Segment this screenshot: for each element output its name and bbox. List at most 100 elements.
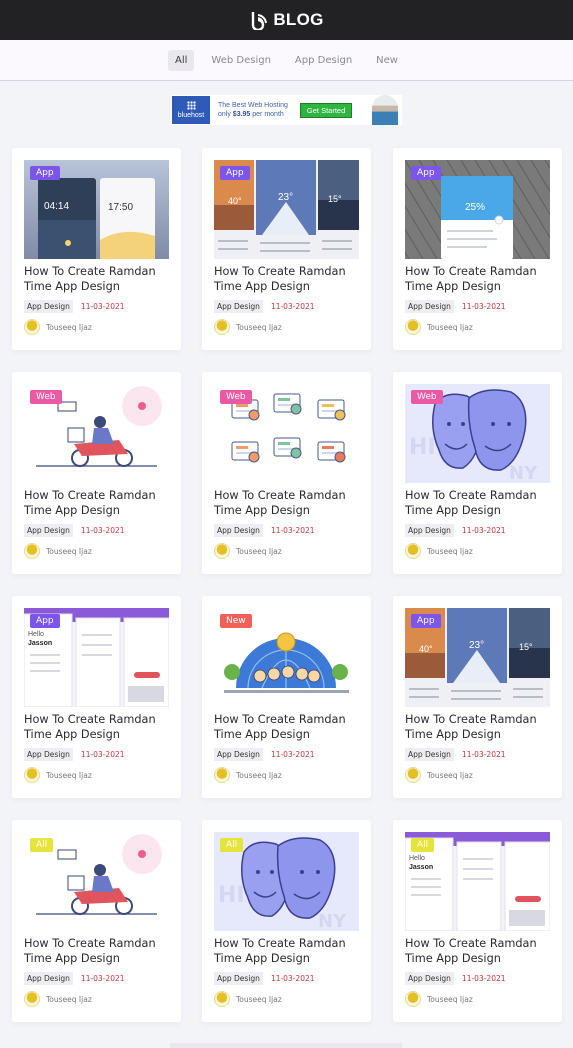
post-author[interactable]: Touseeq Ijaz bbox=[24, 991, 92, 1007]
author-name: Touseeq Ijaz bbox=[46, 770, 92, 780]
post-author[interactable]: Touseeq Ijaz bbox=[214, 543, 282, 559]
post-card[interactable]: All Hello Jasson How To Create Ramdan Ti… bbox=[393, 820, 562, 1022]
post-card[interactable]: App 25% How To Create Ramdan Time App De… bbox=[393, 148, 562, 350]
post-badge[interactable]: Web bbox=[30, 390, 62, 404]
avatar bbox=[214, 767, 230, 783]
post-category[interactable]: App Design bbox=[214, 972, 263, 985]
tab-app-design[interactable]: App Design bbox=[288, 50, 359, 71]
post-card[interactable]: Web How To Create Ramdan Time App Design… bbox=[12, 372, 181, 574]
post-meta: App Design 11-03-2021 bbox=[24, 524, 125, 537]
post-badge[interactable]: App bbox=[220, 166, 250, 180]
post-author[interactable]: Touseeq Ijaz bbox=[405, 319, 473, 335]
svg-text:Jasson: Jasson bbox=[409, 864, 433, 871]
post-author[interactable]: Touseeq Ijaz bbox=[214, 319, 282, 335]
post-category[interactable]: App Design bbox=[214, 748, 263, 761]
post-badge[interactable]: App bbox=[411, 614, 441, 628]
brand-logo[interactable]: BLOG bbox=[249, 10, 323, 30]
post-author[interactable]: Touseeq Ijaz bbox=[24, 543, 92, 559]
avatar bbox=[214, 319, 230, 335]
post-badge[interactable]: Web bbox=[411, 390, 443, 404]
post-thumbnail[interactable]: Web & HI NY bbox=[405, 384, 550, 483]
post-author[interactable]: Touseeq Ijaz bbox=[214, 991, 282, 1007]
svg-text:23°: 23° bbox=[469, 640, 484, 651]
post-title[interactable]: How To Create Ramdan Time App Design bbox=[24, 937, 174, 966]
post-badge[interactable]: Web bbox=[220, 390, 252, 404]
post-badge[interactable]: All bbox=[220, 838, 244, 852]
post-badge[interactable]: App bbox=[411, 166, 441, 180]
post-thumbnail[interactable]: All & HI NY bbox=[214, 832, 359, 931]
author-name: Touseeq Ijaz bbox=[427, 546, 473, 556]
post-title[interactable]: How To Create Ramdan Time App Design bbox=[24, 713, 174, 742]
svg-text:NY: NY bbox=[509, 463, 538, 483]
post-category[interactable]: App Design bbox=[24, 748, 73, 761]
avatar bbox=[214, 991, 230, 1007]
post-category[interactable]: App Design bbox=[405, 300, 454, 313]
post-author[interactable]: Touseeq Ijaz bbox=[24, 319, 92, 335]
post-date: 11-03-2021 bbox=[80, 974, 125, 983]
post-badge[interactable]: All bbox=[411, 838, 435, 852]
post-thumbnail[interactable]: Web bbox=[214, 384, 359, 483]
post-badge[interactable]: All bbox=[30, 838, 54, 852]
post-card[interactable]: Web How To Create Ramdan Time App Design… bbox=[202, 372, 371, 574]
post-badge[interactable]: New bbox=[220, 614, 252, 628]
post-author[interactable]: Touseeq Ijaz bbox=[24, 767, 92, 783]
tab-all[interactable]: All bbox=[168, 49, 195, 71]
post-date: 11-03-2021 bbox=[461, 750, 506, 759]
avatar bbox=[24, 543, 40, 559]
post-thumbnail[interactable]: App Hello Jasson bbox=[24, 608, 169, 707]
post-category[interactable]: App Design bbox=[405, 972, 454, 985]
next-ad-peek bbox=[170, 1043, 402, 1048]
post-author[interactable]: Touseeq Ijaz bbox=[405, 991, 473, 1007]
post-badge[interactable]: App bbox=[30, 614, 60, 628]
post-card[interactable]: App 04:14 17:50 How To Create Ramdan Tim… bbox=[12, 148, 181, 350]
post-author[interactable]: Touseeq Ijaz bbox=[405, 767, 473, 783]
post-author[interactable]: Touseeq Ijaz bbox=[405, 543, 473, 559]
post-thumbnail[interactable]: New bbox=[214, 608, 359, 707]
post-badge[interactable]: App bbox=[30, 166, 60, 180]
post-card[interactable]: Web & HI NY How To Create Ramdan Time Ap… bbox=[393, 372, 562, 574]
post-title[interactable]: How To Create Ramdan Time App Design bbox=[405, 937, 555, 966]
svg-text:40°: 40° bbox=[419, 644, 433, 654]
post-title[interactable]: How To Create Ramdan Time App Design bbox=[405, 489, 555, 518]
post-title[interactable]: How To Create Ramdan Time App Design bbox=[214, 937, 364, 966]
ad-banner[interactable]: bluehost The Best Web Hosting only $3.95… bbox=[171, 95, 402, 125]
post-thumbnail[interactable]: All Hello Jasson bbox=[405, 832, 550, 931]
post-thumbnail[interactable]: Web bbox=[24, 384, 169, 483]
post-category[interactable]: App Design bbox=[214, 524, 263, 537]
tab-web-design[interactable]: Web Design bbox=[204, 50, 278, 71]
post-author[interactable]: Touseeq Ijaz bbox=[214, 767, 282, 783]
post-title[interactable]: How To Create Ramdan Time App Design bbox=[214, 489, 364, 518]
author-name: Touseeq Ijaz bbox=[46, 546, 92, 556]
post-card[interactable]: App 40° 23° 15° How To Create Ramdan Tim… bbox=[393, 596, 562, 798]
post-category[interactable]: App Design bbox=[24, 972, 73, 985]
post-meta: App Design 11-03-2021 bbox=[214, 972, 315, 985]
post-card[interactable]: All How To Create Ramdan Time App Design… bbox=[12, 820, 181, 1022]
post-category[interactable]: App Design bbox=[405, 748, 454, 761]
post-title[interactable]: How To Create Ramdan Time App Design bbox=[214, 265, 364, 294]
post-date: 11-03-2021 bbox=[80, 302, 125, 311]
post-card[interactable]: App Hello Jasson How To Create Ramdan Ti… bbox=[12, 596, 181, 798]
avatar bbox=[214, 543, 230, 559]
post-thumbnail[interactable]: App 04:14 17:50 bbox=[24, 160, 169, 259]
post-title[interactable]: How To Create Ramdan Time App Design bbox=[405, 713, 555, 742]
post-category[interactable]: App Design bbox=[214, 300, 263, 313]
post-category[interactable]: App Design bbox=[405, 524, 454, 537]
post-meta: App Design 11-03-2021 bbox=[405, 748, 506, 761]
post-thumbnail[interactable]: App 40° 23° 15° bbox=[405, 608, 550, 707]
post-thumbnail[interactable]: All bbox=[24, 832, 169, 931]
post-category[interactable]: App Design bbox=[24, 524, 73, 537]
post-card[interactable]: App 40° 23° 15° How To Create Ramdan Tim… bbox=[202, 148, 371, 350]
ad-cta-button[interactable]: Get Started bbox=[299, 102, 353, 118]
post-card[interactable]: All & HI NY How To Create Ramdan Time Ap… bbox=[202, 820, 371, 1022]
post-date: 11-03-2021 bbox=[461, 974, 506, 983]
post-thumbnail[interactable]: App 40° 23° 15° bbox=[214, 160, 359, 259]
post-card[interactable]: New How To Create Ramdan Time App Design… bbox=[202, 596, 371, 798]
post-thumbnail[interactable]: App 25% bbox=[405, 160, 550, 259]
post-title[interactable]: How To Create Ramdan Time App Design bbox=[24, 265, 174, 294]
post-title[interactable]: How To Create Ramdan Time App Design bbox=[405, 265, 555, 294]
post-date: 11-03-2021 bbox=[270, 974, 315, 983]
tab-new[interactable]: New bbox=[369, 50, 405, 71]
post-title[interactable]: How To Create Ramdan Time App Design bbox=[24, 489, 174, 518]
post-title[interactable]: How To Create Ramdan Time App Design bbox=[214, 713, 364, 742]
post-category[interactable]: App Design bbox=[24, 300, 73, 313]
